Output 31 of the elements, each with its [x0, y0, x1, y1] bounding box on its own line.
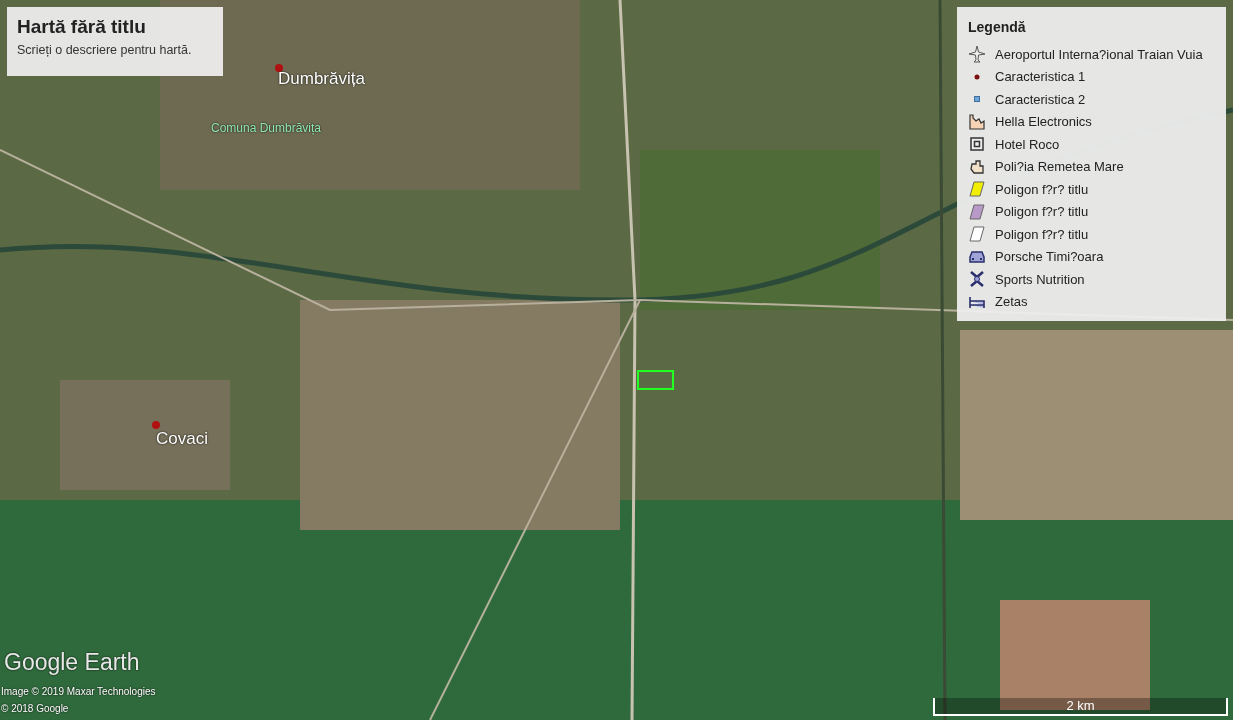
- map-label: Comuna Dumbrăvița: [211, 120, 322, 137]
- legend-title: Legendă: [968, 18, 1027, 37]
- figure-icon: [968, 270, 986, 289]
- legend-label: Caracteristica 1: [995, 68, 1086, 86]
- legend-label: Sports Nutrition: [995, 270, 1085, 289]
- airplane-icon: [968, 45, 986, 64]
- brand-logo-text: Google Earth: [4, 648, 140, 677]
- legend-label: Poli?ia Remetea Mare: [995, 158, 1124, 176]
- attribution-text: Image © 2019 Maxar Technologies: [1, 685, 156, 699]
- dot-icon: [974, 73, 980, 80]
- polygon-icon: [968, 180, 986, 199]
- legend-label: Hotel Roco: [995, 135, 1060, 154]
- polygon-icon: [968, 225, 986, 244]
- map-description: Scrieți o descriere pentru hartă.: [17, 42, 193, 59]
- legend-label: Poligon f?r? titlu: [995, 180, 1089, 199]
- scale-label: 2 km: [1066, 697, 1095, 716]
- legend-label: Aeroportul Interna?ional Traian Vuia: [995, 45, 1203, 64]
- factory-icon: [968, 112, 986, 131]
- map-label: Dumbrăvița: [278, 68, 365, 90]
- map-label: Covaci: [156, 428, 208, 450]
- legend-label: Poligon f?r? titlu: [995, 225, 1089, 244]
- legend-label: Zetas: [995, 293, 1028, 311]
- polygon-icon: [968, 202, 986, 221]
- legend-label: Porsche Timi?oara: [995, 248, 1104, 266]
- map-title: Hartă fără titlu: [17, 17, 147, 36]
- hand-icon: [968, 157, 986, 176]
- legend-label: Caracteristica 2: [995, 90, 1086, 109]
- square-frame-icon: [968, 135, 986, 154]
- legend-label: Hella Electronics: [995, 113, 1092, 131]
- legend-label: Poligon f?r? titlu: [995, 203, 1089, 221]
- attribution-text: © 2018 Google: [1, 702, 70, 716]
